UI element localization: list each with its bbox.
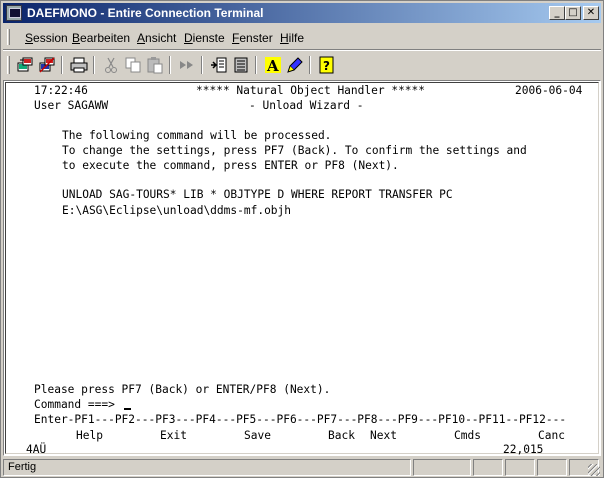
menu-session[interactable]: Session [25,31,68,45]
toolbar-grip[interactable] [7,56,10,74]
toolbar-separator [61,56,63,74]
menubar-grip[interactable] [7,29,10,45]
toolbar-separator [201,56,203,74]
toolbar-separator [93,56,95,74]
menu-bearbeiten[interactable]: Bearbeiten [72,31,130,45]
status-text-pane: Fertig [3,459,411,476]
status-pane [537,459,567,476]
terminal-message-line: The following command will be processed. [62,129,332,142]
status-bar: Fertig [3,458,601,477]
command-label: Command ===> [34,398,115,411]
toolbar-separator [309,56,311,74]
pf10-cmds-key[interactable]: Cmds [454,429,481,442]
print-icon[interactable] [69,55,89,75]
menu-dienste[interactable]: Dienste [184,31,225,45]
status-pane [413,459,471,476]
minimize-button[interactable]: _ [549,6,565,20]
terminal-date: 2006-06-04 [515,84,583,97]
menu-fenster[interactable]: Fenster [232,31,273,45]
toolbar: A ? [3,52,601,78]
cut-icon[interactable] [101,55,121,75]
terminal-time: 17:22:46 [34,84,88,97]
terminal-prompt-message: Please press PF7 (Back) or ENTER/PF8 (Ne… [34,383,331,396]
terminal-app-icon[interactable] [6,5,22,21]
receive-icon[interactable] [209,55,229,75]
transfer-icon[interactable] [177,55,197,75]
title-bar[interactable]: DAEFMONO - Entire Connection Terminal _ … [3,3,601,23]
disconnect-icon[interactable] [37,55,57,75]
menu-ansicht[interactable]: Ansicht [137,31,176,45]
color-icon[interactable] [285,55,305,75]
status-pane [473,459,503,476]
terminal-status-left: 4AÜ [26,443,47,456]
status-text: Fertig [8,461,37,473]
toolbar-separator [169,56,171,74]
command-input-cursor[interactable] [124,408,131,410]
pf8-next-key[interactable]: Next [370,429,397,442]
terminal-frame: 17:22:46 ***** Natural Object Handler **… [3,80,601,456]
terminal-cursor-position: 22,015 [503,443,544,456]
terminal-subtitle: - Unload Wizard - [249,99,364,112]
font-icon[interactable]: A [263,55,283,75]
menu-separator [3,49,601,51]
svg-text:A: A [266,57,279,75]
application-window: DAEFMONO - Entire Connection Terminal _ … [0,0,604,478]
terminal-user: User SAGAWW [34,99,109,112]
window-title: DAEFMONO - Entire Connection Terminal [27,6,264,20]
resize-grip[interactable] [588,464,600,476]
pf5-save-key[interactable]: Save [244,429,271,442]
help-icon[interactable]: ? [317,55,337,75]
terminal-command-path: E:\ASG\Eclipse\unload\ddms-mf.objh [62,204,292,217]
pf12-canc-key[interactable]: Canc [538,429,565,442]
terminal-command-text: UNLOAD SAG-TOURS* LIB * OBJTYPE D WHERE … [62,188,453,201]
close-button[interactable]: ✕ [583,6,599,20]
pf1-help-key[interactable]: Help [76,429,103,442]
terminal-message-line: to execute the command, press ENTER or P… [62,159,399,172]
terminal-message-line: To change the settings, press PF7 (Back)… [62,144,527,157]
svg-text:?: ? [323,59,330,73]
terminal-header-title: ***** Natural Object Handler ***** [196,84,426,97]
toolbar-separator [255,56,257,74]
pf3-exit-key[interactable]: Exit [160,429,187,442]
terminal-screen[interactable]: 17:22:46 ***** Natural Object Handler **… [5,82,599,456]
pf7-back-key[interactable]: Back [328,429,355,442]
pf-key-line: Enter-PF1---PF2---PF3---PF4---PF5---PF6-… [34,413,567,426]
menu-hilfe[interactable]: Hilfe [280,31,304,45]
connect-icon[interactable] [15,55,35,75]
maximize-button[interactable]: □ [565,6,581,20]
paste-icon[interactable] [145,55,165,75]
send-icon[interactable] [231,55,251,75]
menu-bar: Session Bearbeiten Ansicht Dienste Fenst… [3,25,601,49]
status-pane [505,459,535,476]
copy-icon[interactable] [123,55,143,75]
